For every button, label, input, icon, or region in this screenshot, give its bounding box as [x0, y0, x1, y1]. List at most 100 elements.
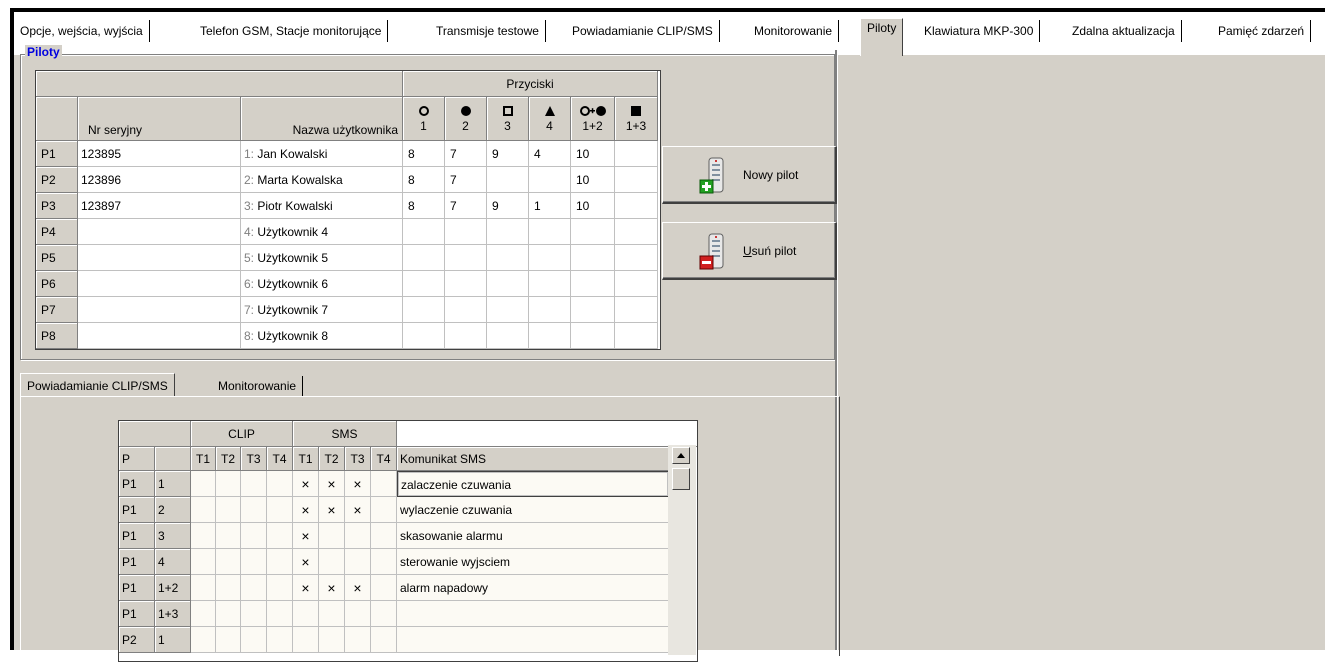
button-assignment-cell[interactable]: 10 — [571, 141, 615, 167]
button-assignment-cell[interactable] — [445, 297, 487, 323]
sms-checkbox-cell[interactable] — [345, 627, 371, 653]
scroll-up-button[interactable] — [672, 447, 690, 464]
serial-cell[interactable]: 123895 — [78, 141, 241, 167]
pilot-row-header[interactable]: P3 — [36, 193, 78, 219]
sms-message-cell[interactable]: sterowanie wyjsciem — [397, 549, 669, 575]
top-tab[interactable]: Zdalna aktualizacja — [1066, 20, 1182, 42]
button-assignment-cell[interactable] — [403, 297, 445, 323]
sms-checkbox-cell[interactable] — [371, 497, 397, 523]
button-assignment-cell[interactable]: 8 — [403, 193, 445, 219]
sms-checkbox-cell[interactable]: × — [293, 523, 319, 549]
clip-checkbox-cell[interactable] — [241, 601, 267, 627]
clip-checkbox-cell[interactable] — [241, 471, 267, 497]
sms-checkbox-cell[interactable] — [371, 627, 397, 653]
sms-checkbox-cell[interactable] — [319, 549, 345, 575]
clip-checkbox-cell[interactable] — [241, 627, 267, 653]
sms-checkbox-cell[interactable] — [371, 549, 397, 575]
sms-checkbox-cell[interactable]: × — [319, 575, 345, 601]
clip-checkbox-cell[interactable] — [267, 601, 293, 627]
top-tab[interactable]: Pamięć zdarzeń — [1212, 20, 1312, 42]
button-column-header[interactable]: 4 — [529, 97, 571, 141]
user-column-header[interactable]: Nazwa użytkownika — [241, 97, 403, 141]
sms-row-button[interactable]: 1 — [155, 627, 191, 653]
button-assignment-cell[interactable] — [403, 219, 445, 245]
clip-checkbox-cell[interactable] — [267, 627, 293, 653]
sms-row-pilot[interactable]: P1 — [119, 471, 155, 497]
sms-row-pilot[interactable]: P1 — [119, 575, 155, 601]
clip-t-header[interactable]: T1 — [191, 447, 216, 471]
pilot-row-header[interactable]: P6 — [36, 271, 78, 297]
serial-cell[interactable] — [78, 271, 241, 297]
sms-row-pilot[interactable]: P1 — [119, 497, 155, 523]
sms-row-pilot[interactable]: P1 — [119, 549, 155, 575]
user-cell[interactable]: 4: Użytkownik 4 — [241, 219, 403, 245]
top-tab[interactable]: Klawiatura MKP-300 — [918, 20, 1041, 42]
button-column-header[interactable] — [155, 447, 191, 471]
button-assignment-cell[interactable] — [529, 167, 571, 193]
top-tab[interactable]: Piloty — [860, 18, 904, 56]
sms-checkbox-cell[interactable] — [345, 523, 371, 549]
button-assignment-cell[interactable] — [529, 219, 571, 245]
user-cell[interactable]: 6: Użytkownik 6 — [241, 271, 403, 297]
sms-checkbox-cell[interactable]: × — [293, 575, 319, 601]
sms-checkbox-cell[interactable] — [319, 627, 345, 653]
button-assignment-cell[interactable] — [487, 167, 529, 193]
button-assignment-cell[interactable] — [529, 323, 571, 349]
clip-checkbox-cell[interactable] — [267, 575, 293, 601]
button-assignment-cell[interactable] — [615, 245, 658, 271]
sms-t-header[interactable]: T4 — [371, 447, 397, 471]
sms-checkbox-cell[interactable]: × — [345, 471, 371, 497]
button-assignment-cell[interactable]: 7 — [445, 167, 487, 193]
button-assignment-cell[interactable] — [615, 323, 658, 349]
clip-checkbox-cell[interactable] — [191, 627, 216, 653]
clip-checkbox-cell[interactable] — [267, 497, 293, 523]
clip-checkbox-cell[interactable] — [241, 575, 267, 601]
delete-pilot-button[interactable]: Usuń pilot — [662, 222, 837, 280]
sms-checkbox-cell[interactable]: × — [293, 471, 319, 497]
button-column-header[interactable]: 1+3 — [615, 97, 658, 141]
serial-cell[interactable] — [78, 297, 241, 323]
sms-checkbox-cell[interactable] — [371, 523, 397, 549]
sms-message-cell[interactable]: skasowanie alarmu — [397, 523, 669, 549]
clip-t-header[interactable]: T3 — [241, 447, 267, 471]
sms-t-header[interactable]: T3 — [345, 447, 371, 471]
sms-row-pilot[interactable]: P1 — [119, 523, 155, 549]
button-assignment-cell[interactable]: 10 — [571, 167, 615, 193]
button-assignment-cell[interactable] — [571, 271, 615, 297]
button-assignment-cell[interactable]: 8 — [403, 167, 445, 193]
subtab[interactable]: Powiadamianie CLIP/SMS — [20, 373, 175, 397]
button-assignment-cell[interactable] — [615, 141, 658, 167]
sms-row-button[interactable]: 3 — [155, 523, 191, 549]
sms-row-pilot[interactable]: P2 — [119, 627, 155, 653]
button-assignment-cell[interactable]: 7 — [445, 193, 487, 219]
sms-checkbox-cell[interactable] — [293, 627, 319, 653]
user-cell[interactable]: 7: Użytkownik 7 — [241, 297, 403, 323]
top-tab[interactable]: Transmisje testowe — [430, 20, 546, 42]
clip-checkbox-cell[interactable] — [191, 575, 216, 601]
button-column-header[interactable]: 3 — [487, 97, 529, 141]
clip-checkbox-cell[interactable] — [267, 549, 293, 575]
pilot-row-header[interactable]: P5 — [36, 245, 78, 271]
sms-t-header[interactable]: T2 — [319, 447, 345, 471]
sms-row-button[interactable]: 1+3 — [155, 601, 191, 627]
sms-checkbox-cell[interactable]: × — [293, 549, 319, 575]
button-assignment-cell[interactable] — [571, 245, 615, 271]
user-cell[interactable]: 5: Użytkownik 5 — [241, 245, 403, 271]
button-assignment-cell[interactable] — [445, 323, 487, 349]
button-assignment-cell[interactable] — [445, 271, 487, 297]
button-assignment-cell[interactable] — [529, 245, 571, 271]
sms-row-button[interactable]: 1 — [155, 471, 191, 497]
sms-checkbox-cell[interactable]: × — [319, 471, 345, 497]
clip-checkbox-cell[interactable] — [216, 523, 241, 549]
clip-t-header[interactable]: T2 — [216, 447, 241, 471]
clip-checkbox-cell[interactable] — [191, 471, 216, 497]
sms-message-cell[interactable] — [397, 601, 669, 627]
clip-checkbox-cell[interactable] — [267, 523, 293, 549]
user-cell[interactable]: 1: Jan Kowalski — [241, 141, 403, 167]
clip-checkbox-cell[interactable] — [216, 471, 241, 497]
pilot-row-header[interactable]: P4 — [36, 219, 78, 245]
sms-t-header[interactable]: T1 — [293, 447, 319, 471]
button-assignment-cell[interactable]: 7 — [445, 141, 487, 167]
sms-checkbox-cell[interactable]: × — [319, 497, 345, 523]
serial-cell[interactable] — [78, 323, 241, 349]
